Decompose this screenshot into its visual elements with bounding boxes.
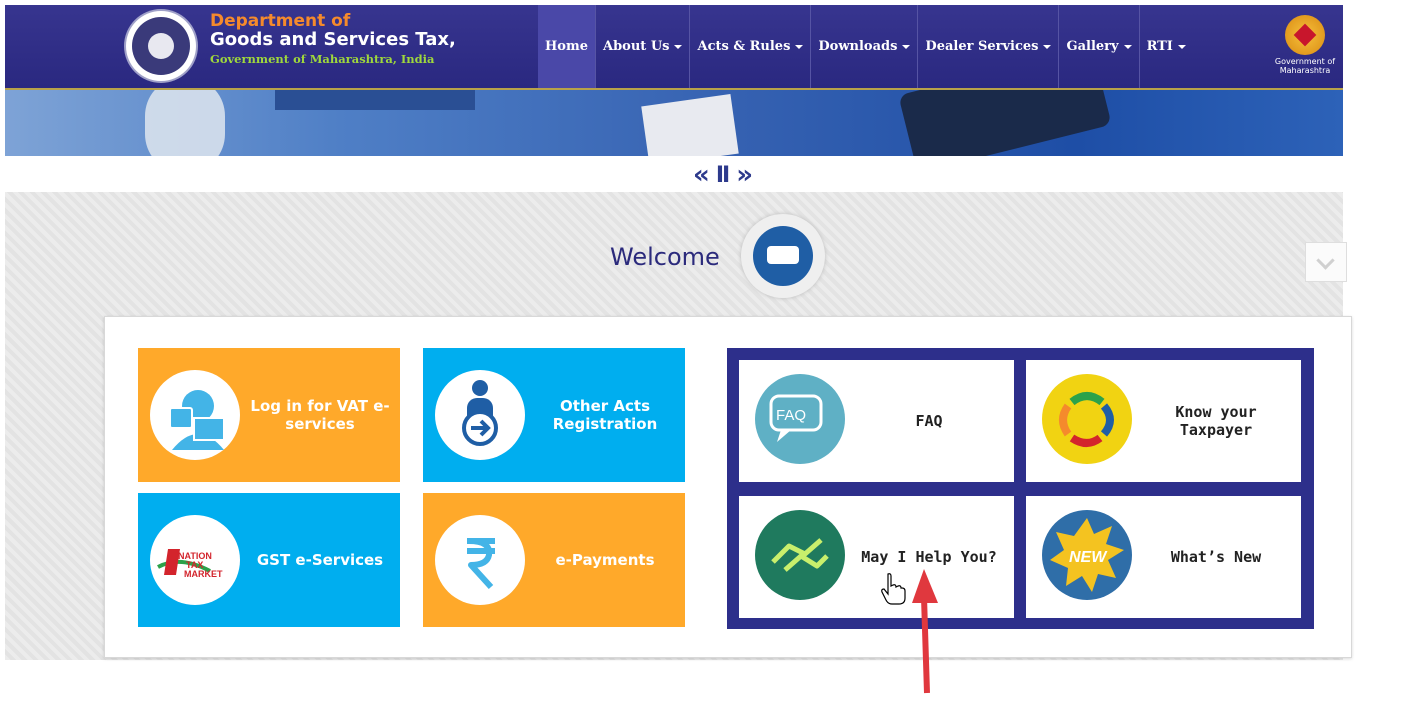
nav-gallery[interactable]: Gallery <box>1059 5 1140 88</box>
hand-cursor-icon <box>881 573 906 605</box>
nav-acts-rules[interactable]: Acts & Rules <box>690 5 812 88</box>
faq-icon: FAQ <box>755 374 845 464</box>
brand-line-1: Department of <box>210 11 351 31</box>
nation-tax-market-logo: NATION TAX MARKET <box>150 515 240 605</box>
nav-about-us[interactable]: About Us <box>596 5 691 88</box>
nav-dealer-services[interactable]: Dealer Services <box>918 5 1060 88</box>
login-icon <box>150 370 240 460</box>
whats-new-label: What’s New <box>1170 548 1262 566</box>
nav-dealer-services-label: Dealer Services <box>925 39 1039 54</box>
banner-slideshow <box>5 90 1343 156</box>
svg-text:NEW: NEW <box>1069 549 1108 566</box>
emblem-icon <box>1285 15 1325 55</box>
gst-e-services-tile[interactable]: NATION TAX MARKET GST e-Services <box>138 493 400 627</box>
collapse-toggle-button[interactable] <box>1305 242 1347 282</box>
nav-downloads-label: Downloads <box>818 39 898 54</box>
vat-login-label: Log in for VAT e-services <box>250 397 390 433</box>
government-emblem-caption: Government of Maharashtra <box>1274 57 1336 75</box>
caret-down-icon <box>1043 44 1052 49</box>
new-badge-icon: NEW <box>1042 510 1132 600</box>
nav-rti-label: RTI <box>1146 39 1173 54</box>
other-acts-registration-tile[interactable]: Other Acts Registration <box>423 348 685 482</box>
whats-new-card[interactable]: NEW What’s New <box>1026 496 1301 618</box>
caret-down-icon <box>674 44 683 49</box>
brand-line-2: Goods and Services Tax, <box>210 29 456 50</box>
department-brand[interactable]: Department of Goods and Services Tax, Go… <box>210 13 456 66</box>
caret-down-icon <box>1177 44 1186 49</box>
slider-prev-button[interactable]: « <box>689 160 712 190</box>
main-nav: Home About Us Acts & Rules Downloads Dea… <box>538 5 1193 88</box>
know-your-taxpayer-card[interactable]: Know your Taxpayer <box>1026 360 1301 482</box>
government-emblem-logo[interactable]: Government of Maharashtra <box>1273 15 1337 85</box>
caret-down-icon <box>1123 44 1132 49</box>
faq-card[interactable]: FAQ FAQ <box>739 360 1014 482</box>
caret-down-icon <box>795 44 804 49</box>
rupee-icon <box>435 515 525 605</box>
gst-e-services-label: GST e-Services <box>256 551 384 569</box>
nav-rti[interactable]: RTI <box>1140 5 1193 88</box>
e-payments-tile[interactable]: e-Payments <box>423 493 685 627</box>
red-arrow-annotation <box>912 569 938 694</box>
nav-about-us-label: About Us <box>602 39 670 54</box>
may-i-help-you-card[interactable]: May I Help You? <box>739 496 1014 618</box>
svg-text:MARKET: MARKET <box>184 569 223 579</box>
svg-text:FAQ: FAQ <box>776 407 806 424</box>
welcome-title: Welcome <box>610 243 720 271</box>
nav-home[interactable]: Home <box>538 5 596 88</box>
caret-down-icon <box>902 44 911 49</box>
slider-controls: « II » <box>660 160 784 190</box>
nav-downloads[interactable]: Downloads <box>811 5 919 88</box>
e-payments-label: e-Payments <box>555 551 655 569</box>
department-seal-logo[interactable] <box>126 11 196 81</box>
site-header: Department of Goods and Services Tax, Go… <box>5 5 1343 90</box>
know-your-taxpayer-label: Know your Taxpayer <box>1175 403 1257 439</box>
brand-line-3: Government of Maharashtra, India <box>210 52 435 66</box>
handshake-icon <box>755 510 845 600</box>
slider-pause-button[interactable]: II <box>712 163 732 188</box>
registration-icon <box>435 370 525 460</box>
slider-next-button[interactable]: » <box>732 160 755 190</box>
faq-label: FAQ <box>915 412 943 430</box>
nav-home-label: Home <box>545 39 588 54</box>
other-acts-registration-label: Other Acts Registration <box>552 397 658 433</box>
vat-login-tile[interactable]: Log in for VAT e-services <box>138 348 400 482</box>
nav-gallery-label: Gallery <box>1066 39 1119 54</box>
handshake-welcome-icon <box>741 214 825 298</box>
nav-acts-rules-label: Acts & Rules <box>697 39 791 54</box>
know-taxpayer-icon <box>1042 374 1132 464</box>
